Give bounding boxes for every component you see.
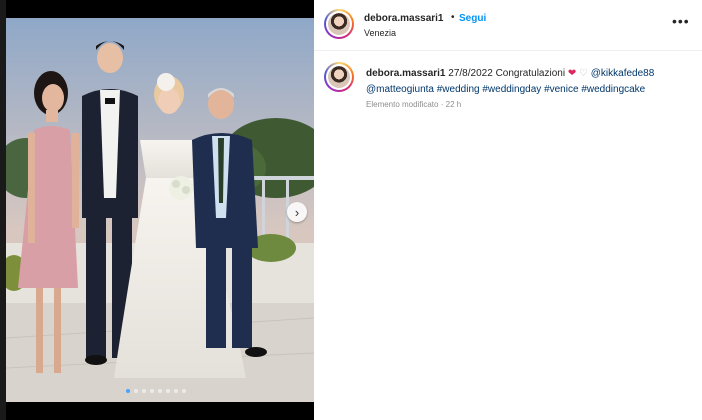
next-slide-button[interactable]: ›	[287, 202, 307, 222]
hashtag-link[interactable]: #weddingcake	[581, 84, 645, 95]
carousel-dot	[134, 389, 138, 393]
separator-dot: •	[451, 12, 455, 23]
mention-link[interactable]: @kikkafede88	[591, 68, 655, 79]
hashtag-link[interactable]: #venice	[544, 84, 578, 95]
carousel-dot	[166, 389, 170, 393]
caption-avatar[interactable]	[324, 62, 354, 92]
carousel-indicator	[126, 389, 186, 393]
caption-date: 27/8/2022	[448, 68, 493, 79]
carousel-dot	[150, 389, 154, 393]
heart-icon: ❤	[567, 68, 577, 79]
carousel-dot	[182, 389, 186, 393]
post-header: debora.massari1 • Segui Venezia •••	[314, 0, 702, 51]
mention-link[interactable]: @matteogiunta	[366, 84, 434, 95]
caption-text: debora.massari1 27/8/2022 Congratulazion…	[366, 66, 696, 98]
post-sidebar: debora.massari1 • Segui Venezia ••• debo…	[314, 0, 702, 420]
instagram-post-window: › debora.massari1 • Segui Venezia ••• de…	[0, 0, 702, 420]
hashtag-link[interactable]: #wedding	[437, 84, 480, 95]
hashtag-link[interactable]: #weddingday	[482, 84, 541, 95]
carousel-dot	[142, 389, 146, 393]
caption-username[interactable]: debora.massari1	[366, 68, 446, 79]
photo-panel[interactable]: ›	[6, 0, 314, 420]
edited-label: Elemento modificato	[366, 100, 439, 109]
heart-outline-icon: ♡	[579, 68, 588, 79]
more-horizontal-icon[interactable]: •••	[672, 13, 690, 29]
caption-message: Congratulazioni	[495, 68, 566, 79]
wedding-photo	[6, 18, 314, 402]
chevron-right-icon: ›	[294, 204, 300, 220]
location-link[interactable]: Venezia	[364, 28, 396, 38]
carousel-dot	[126, 389, 130, 393]
author-username[interactable]: debora.massari1	[364, 13, 444, 24]
caption-meta: Elemento modificato · 22 h	[366, 100, 461, 109]
avatar[interactable]	[324, 9, 354, 39]
follow-button[interactable]: Segui	[459, 13, 486, 24]
carousel-dot	[158, 389, 162, 393]
meta-separator: ·	[440, 100, 444, 109]
carousel-dot	[174, 389, 178, 393]
post-age[interactable]: 22 h	[446, 100, 462, 109]
